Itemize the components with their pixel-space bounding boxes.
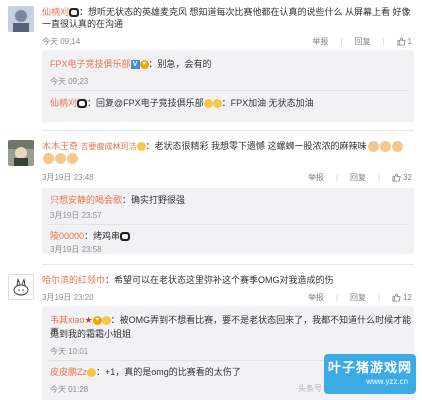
watermark-logo: 头条号 叶子猪游戏网 www.yzz.cn [298,354,416,398]
panda-emoji-icon [120,232,131,242]
reply-user[interactable]: 韦其xiao [50,315,85,325]
comment-time: 3月19日 23:20 [42,293,94,302]
report-button[interactable]: 举报 [308,292,324,303]
comment-user[interactable]: 木木王奇 [42,141,78,151]
vip-icon: ♥ [92,316,102,326]
like-button[interactable]: 32 [392,173,412,182]
reply-time: 3月19日 23:58 [50,245,102,254]
watermark-source: 头条号 [298,384,322,393]
clap-emoji-icon [367,141,379,153]
clap-emoji-icon [379,141,391,153]
reply-text: ：回复@FPX电子竞技俱乐部 [87,98,204,108]
user-tag[interactable]: 吉要瘦成林珂洁 [81,142,137,151]
comment-text: ：希望可以在老状态这里弥补这个赛季OMG对我造成的伤 [105,275,334,285]
reply-text: ：+1，真的是omg的比赛看的太伤了 [96,367,241,377]
smile-emoji-icon [136,142,146,152]
smile-emoji-icon [203,99,213,109]
reply-user[interactable]: 陵00000 [50,231,84,241]
comment-text: ：老状态很精彩 我想零下遗憾 这螺蛳一股浓浓的麻辣味 [145,141,367,151]
smile-emoji-icon [87,368,96,378]
reply-text: ：确实打野很强 [122,195,186,205]
comment-user[interactable]: 仙柄刈 [42,7,69,17]
watermark-title: 叶子猪游戏网 [327,360,412,375]
reply-text: ：烤鸡串 [84,231,121,241]
comment-user[interactable]: 哈尔滨的红领巾 [42,275,105,285]
smile-emoji-icon [212,99,222,109]
reply-time: 3月19日 23:57 [50,211,102,220]
reply-button[interactable]: 回复 [350,292,366,303]
verified-icon: V [130,60,140,70]
avatar[interactable] [8,140,34,166]
star-icon: ★ [84,315,93,325]
clap-emoji-icon [43,153,54,165]
avatar[interactable] [8,6,34,32]
clap-emoji-icon [391,141,403,153]
clap-emoji-icon [67,153,78,165]
vip-icon: ♥ [139,60,149,70]
comment-time: 今天 09:14 [42,37,81,46]
panda-emoji-icon [69,8,80,18]
report-button[interactable]: 举报 [308,172,324,183]
reply-time: 今天 10:01 [50,347,89,356]
reply-user[interactable]: FPX电子竞技俱乐部 [50,59,131,69]
report-button[interactable]: 举报 [312,36,328,47]
avatar[interactable] [8,274,34,300]
reply-time: 今天 01:28 [50,385,89,394]
reply-button[interactable]: 回复 [350,172,366,183]
comment-time: 3月19日 23:48 [42,173,94,182]
thumb-up-icon [392,173,401,182]
clap-emoji-icon [55,153,66,165]
thumb-up-icon [397,37,406,46]
like-button[interactable]: 1 [397,37,412,46]
panda-emoji-icon [77,99,88,109]
like-button[interactable]: 12 [392,293,412,302]
thumb-up-icon [392,293,401,302]
reply-button[interactable]: 回复 [354,36,370,47]
reply-user[interactable]: 仙柄刈 [50,98,77,108]
reply-text: ：别急，会有的 [148,59,212,69]
reply-text-continued: 见到我的霜霜小姐姐 [50,329,132,339]
reply-time: 今天 09:23 [50,77,89,86]
reply-user[interactable]: 皮皮鹏Zz [50,367,87,377]
watermark-url: www.yzz.cn [366,377,408,386]
reply-user[interactable]: 只想安静的喝会歌 [50,195,122,205]
smile-emoji-icon [101,316,111,326]
comment-text: ：想听无状态的英雄麦克风 想知道每次比赛他都在认真的说些什么 从屏幕上看 好像一… [42,7,411,29]
